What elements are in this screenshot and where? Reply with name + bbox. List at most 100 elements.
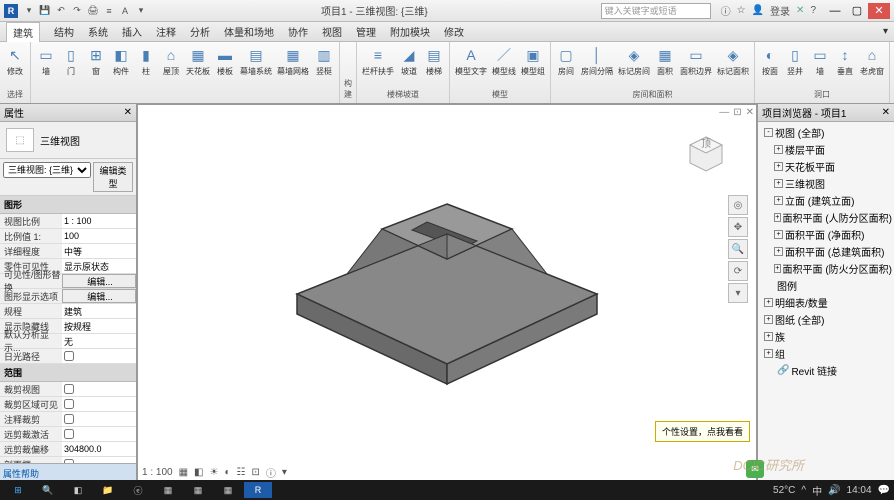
tray-ime-icon[interactable]: 中 xyxy=(812,483,822,498)
tree-item[interactable]: +族 xyxy=(760,328,892,345)
tree-expand-icon[interactable]: + xyxy=(774,213,781,222)
ribbon-roof[interactable]: ⌂屋顶 xyxy=(160,44,182,78)
ribbon-mullion[interactable]: ▥竖梃 xyxy=(313,44,335,78)
task-app1-icon[interactable]: ▦ xyxy=(154,482,182,498)
ribbon-ramp[interactable]: ◢坡道 xyxy=(398,44,420,78)
edit-type-button[interactable]: 编辑类型 xyxy=(93,162,133,192)
prop-value[interactable]: 中等 xyxy=(62,244,136,258)
tree-expand-icon[interactable]: + xyxy=(764,315,773,324)
task-explorer-icon[interactable]: 📁 xyxy=(94,482,122,498)
qat-more-icon[interactable]: ≡ xyxy=(102,4,116,18)
vp-hide-icon[interactable]: ⓘ xyxy=(266,465,276,480)
ribbon-window[interactable]: ⊞窗 xyxy=(85,44,107,78)
tree-item[interactable]: +组 xyxy=(760,345,892,362)
tree-expand-icon[interactable]: + xyxy=(774,247,783,256)
tree-item[interactable]: +明细表/数量 xyxy=(760,294,892,311)
prop-value[interactable] xyxy=(62,382,136,396)
ribbon-wall2[interactable]: ▭墙 xyxy=(809,44,831,78)
ribbon-ceiling[interactable]: ▦天花板 xyxy=(185,44,211,78)
nav-expand-icon[interactable]: ▾ xyxy=(728,283,748,303)
tree-item[interactable]: -视图 (全部) xyxy=(760,124,892,141)
tab-视图[interactable]: 视图 xyxy=(322,24,342,39)
nav-wheel-icon[interactable]: ◎ xyxy=(728,195,748,215)
star-icon[interactable]: ☆ xyxy=(737,5,746,16)
vp-render-icon[interactable]: ☷ xyxy=(237,467,246,478)
ribbon-column[interactable]: ▮柱 xyxy=(135,44,157,78)
login-button[interactable]: 登录 xyxy=(770,3,790,18)
help-icon[interactable]: ? xyxy=(810,5,816,16)
tree-expand-icon[interactable]: + xyxy=(774,179,783,188)
vp-reveal-icon[interactable]: ▾ xyxy=(282,467,287,478)
tray-temp[interactable]: 52°C xyxy=(773,485,795,496)
tree-expand-icon[interactable]: + xyxy=(774,145,783,154)
tree-item[interactable]: +天花板平面 xyxy=(760,158,892,175)
tab-协作[interactable]: 协作 xyxy=(288,24,308,39)
start-button[interactable]: ⊞ xyxy=(4,482,32,498)
task-browser-icon[interactable]: ⓔ xyxy=(124,482,152,498)
ribbon-shaft[interactable]: ▯竖井 xyxy=(784,44,806,78)
tree-expand-icon[interactable]: - xyxy=(764,128,773,137)
vp-home-icon[interactable]: — xyxy=(719,107,729,118)
qat-open-icon[interactable]: ▾ xyxy=(22,4,36,18)
vp-sun-icon[interactable]: ☀ xyxy=(210,467,219,478)
ribbon-face[interactable]: ◐按面 xyxy=(759,44,781,78)
qat-redo-icon[interactable]: ↷ xyxy=(70,4,84,18)
ribbon-grid2[interactable]: ▦幕墙网格 xyxy=(276,44,310,78)
ribbon-door[interactable]: ▯门 xyxy=(60,44,82,78)
prop-value[interactable]: 编辑... xyxy=(62,274,136,288)
user-icon[interactable]: 👤 xyxy=(752,5,764,16)
tree-expand-icon[interactable]: + xyxy=(774,162,783,171)
tree-item[interactable]: +楼层平面 xyxy=(760,141,892,158)
ribbon-curtain[interactable]: ▤幕墙系统 xyxy=(239,44,273,78)
prop-value[interactable]: 1 : 100 xyxy=(62,214,136,228)
vp-detail-icon[interactable]: ▦ xyxy=(179,467,188,478)
tab-建筑[interactable]: 建筑 xyxy=(6,22,40,42)
nav-pan-icon[interactable]: ✥ xyxy=(728,217,748,237)
tree-expand-icon[interactable]: + xyxy=(774,196,783,205)
vp-restore-icon[interactable]: ⊡ xyxy=(733,107,741,118)
tab-注释[interactable]: 注释 xyxy=(156,24,176,39)
task-revit-icon[interactable]: R xyxy=(244,482,272,498)
properties-type-header[interactable]: ⬚ 三维视图 xyxy=(0,122,136,159)
qat-a-icon[interactable]: A xyxy=(118,4,132,18)
viewport-3d[interactable]: — ⊡ ✕ 顶 ◎ ✥ 🔍 ⟳ ▾ 1 : xyxy=(137,104,757,483)
close-button[interactable]: ✕ xyxy=(868,3,890,19)
tree-expand-icon[interactable]: + xyxy=(774,230,783,239)
tree-item[interactable]: +面积平面 (人防分区面积) xyxy=(760,209,892,226)
prop-value[interactable]: 显示原状态 xyxy=(62,259,136,273)
tree-item[interactable]: 🔗Revit 链接 xyxy=(760,362,892,379)
vp-crop-icon[interactable]: ⊡ xyxy=(251,467,259,478)
tab-插入[interactable]: 插入 xyxy=(122,24,142,39)
ribbon-min-icon[interactable]: ▾ xyxy=(883,26,888,37)
ribbon-text[interactable]: A模型文字 xyxy=(454,44,488,78)
ribbon-tag[interactable]: ◈标记房间 xyxy=(617,44,651,78)
tree-item[interactable]: 图例 xyxy=(760,277,892,294)
tab-分析[interactable]: 分析 xyxy=(190,24,210,39)
tree-expand-icon[interactable]: + xyxy=(764,349,773,358)
ribbon-stair[interactable]: ▤楼梯 xyxy=(423,44,445,78)
prop-value[interactable]: 编辑... xyxy=(62,289,136,303)
ribbon-room[interactable]: ▢房间 xyxy=(555,44,577,78)
vp-shadow-icon[interactable]: ◐ xyxy=(224,467,230,478)
browser-close-icon[interactable]: ✕ xyxy=(882,107,890,118)
tab-体量和场地[interactable]: 体量和场地 xyxy=(224,24,274,39)
instance-selector[interactable]: 三维视图: {三维} xyxy=(3,162,91,178)
tree-item[interactable]: +面积平面 (净面积) xyxy=(760,226,892,243)
tab-结构[interactable]: 结构 xyxy=(54,24,74,39)
minimize-button[interactable]: — xyxy=(824,3,846,19)
search-input[interactable]: 键入关键字或短语 xyxy=(601,3,711,19)
prop-value[interactable] xyxy=(62,427,136,441)
info-icon[interactable]: ⓘ xyxy=(721,3,731,18)
task-app3-icon[interactable]: ▦ xyxy=(214,482,242,498)
vp-close-icon[interactable]: ✕ xyxy=(746,107,754,118)
ribbon-floor[interactable]: ▬楼板 xyxy=(214,44,236,78)
tab-附加模块[interactable]: 附加模块 xyxy=(390,24,430,39)
prop-value[interactable] xyxy=(62,397,136,411)
qat-dropdown-icon[interactable]: ▾ xyxy=(134,4,148,18)
tree-expand-icon[interactable]: + xyxy=(764,298,773,307)
tree-item[interactable]: +面积平面 (防火分区面积) xyxy=(760,260,892,277)
qat-print-icon[interactable]: 🖨 xyxy=(86,4,100,18)
prop-value[interactable] xyxy=(62,349,136,363)
tab-修改[interactable]: 修改 xyxy=(444,24,464,39)
ribbon-dormer[interactable]: ⌂老虎窗 xyxy=(859,44,885,78)
